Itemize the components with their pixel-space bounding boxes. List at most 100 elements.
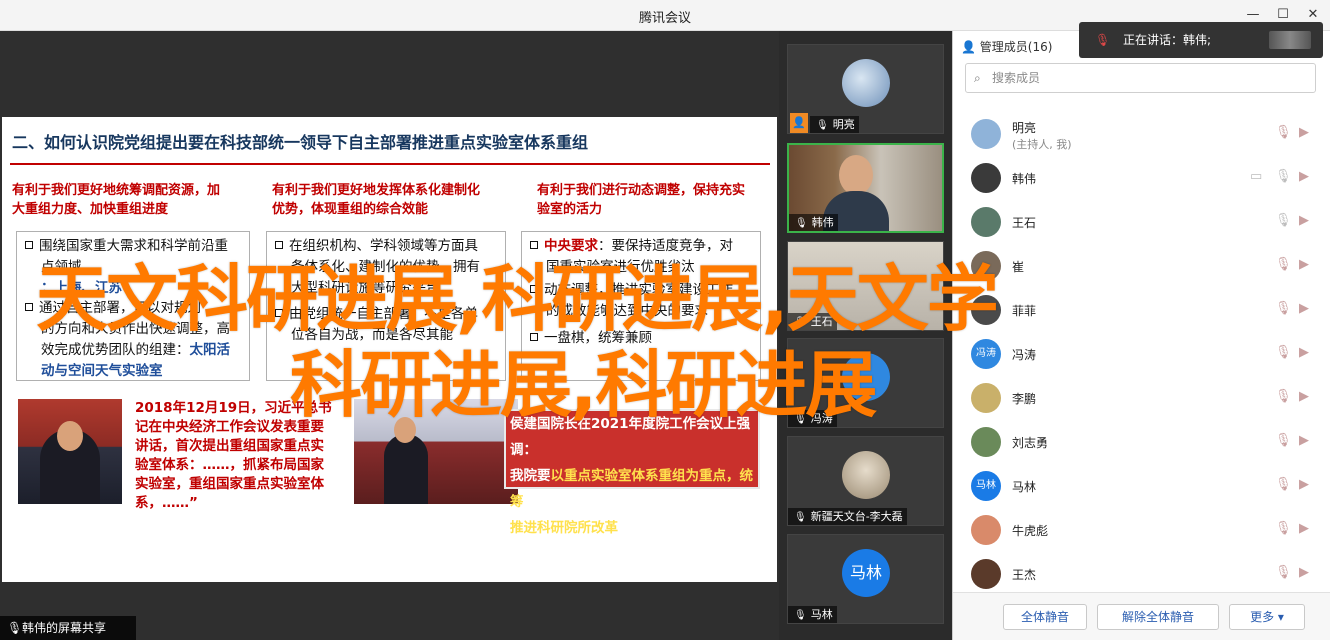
col3-head-line1: 有利于我们进行动态调整，保持充实: [537, 183, 746, 198]
mic-icon[interactable]: 🎙: [1275, 389, 1292, 404]
members-panel: 👤 管理成员(16) ⌕ 搜索成员 明亮 (主持人, 我) 🎙 ▶ 韩伟 ▭ 🎙 ▶ 王石 🎙 ▶ 崔…: [952, 31, 1330, 640]
col3-b2-line2: 的成效能够达到中央的要求: [546, 303, 708, 319]
member-row[interactable]: 刘志勇 🎙 ▶: [953, 419, 1330, 463]
tile-name-text: 新疆天文台-李大磊: [810, 510, 903, 523]
mic-icon[interactable]: 🎙: [1275, 125, 1292, 140]
mic-icon[interactable]: 🎙: [1275, 345, 1292, 360]
col1-head-line1: 有利于我们更好地统筹调配资源，加: [12, 183, 221, 198]
caption1-line1: 2018年12月19日，习近平总书: [135, 400, 332, 416]
member-row[interactable]: 菲菲 🎙 ▶: [953, 287, 1330, 331]
bullet-square-icon: [275, 309, 283, 317]
tile-name-text: 马林: [810, 608, 833, 621]
camera-icon[interactable]: ▶: [1299, 433, 1309, 448]
col3-b3-line1: 一盘棋，统筹兼顾: [544, 330, 652, 346]
tile-name-text: 冯涛: [810, 412, 833, 425]
photo-1-caption: 2018年12月19日，习近平总书 记在中央经济工作会议发表重要 讲话，首次提出…: [135, 399, 332, 513]
camera-icon[interactable]: ▶: [1299, 565, 1309, 580]
video-tile-name: 🎙 马林: [788, 606, 837, 623]
tile-name-text: 明亮: [832, 118, 855, 131]
avatar: [971, 295, 1001, 325]
member-row[interactable]: 崔 🎙 ▶: [953, 243, 1330, 287]
avatar: [971, 427, 1001, 457]
camera-icon[interactable]: ▶: [1299, 521, 1309, 536]
members-header: 👤 管理成员(16): [961, 38, 1052, 55]
member-row[interactable]: 冯涛 冯涛 🎙 ▶: [953, 331, 1330, 375]
member-row[interactable]: 李鹏 🎙 ▶: [953, 375, 1330, 419]
member-name: 明亮: [1012, 121, 1037, 135]
mic-muted-icon: 🎙: [794, 414, 807, 425]
video-tile[interactable]: 🎙 新疆天文台-李大磊: [787, 436, 944, 526]
member-search-input[interactable]: ⌕ 搜索成员: [965, 63, 1316, 93]
mic-muted-icon: 🎙: [794, 512, 807, 523]
camera-icon[interactable]: ▶: [1299, 213, 1309, 228]
column-2-box: 在组织机构、学科领域等方面具 备体系化、建制化的优势，拥有 大型科研设施等研究平…: [266, 231, 506, 381]
camera-icon[interactable]: ▶: [1299, 125, 1309, 140]
column-3-heading: 有利于我们进行动态调整，保持充实 验室的活力: [537, 181, 745, 219]
col1-b1-line1: 围绕国家重大需求和科学前沿重: [39, 238, 228, 254]
mic-icon[interactable]: 🎙: [1275, 257, 1292, 272]
camera-icon[interactable]: ▶: [1299, 389, 1309, 404]
col2-b2-line1: 由党组统一自主部署，不是各单: [289, 306, 478, 322]
member-row[interactable]: 马林 马林 🎙 ▶: [953, 463, 1330, 507]
member-row[interactable]: 王杰 🎙 ▶: [953, 551, 1330, 595]
avatar: [971, 559, 1001, 589]
mic-muted-icon: 🎙: [794, 610, 807, 621]
avatar: [842, 451, 890, 499]
video-tile-name: 🎙 韩伟: [789, 214, 838, 231]
member-name: 马林: [1012, 480, 1037, 494]
caption1-line5: 实验室，重组国家重点实验室体: [135, 476, 324, 492]
mic-icon[interactable]: 🎙: [1275, 565, 1292, 580]
quote-line1: 侯建国院长在2021年度院工作会议上强调：: [510, 416, 751, 458]
unmute-all-button[interactable]: 解除全体静音: [1097, 604, 1219, 630]
speech-photo-1: [18, 399, 122, 504]
members-header-text: 管理成员(16): [979, 40, 1053, 54]
member-name: 韩伟: [1012, 172, 1037, 186]
mic-icon[interactable]: 🎙: [1275, 433, 1292, 448]
col1-b2-line3b: 太阳活: [189, 342, 231, 358]
video-tile-name: 🎙 王石: [788, 313, 837, 330]
col2-b1-line1: 在组织机构、学科领域等方面具: [289, 238, 478, 254]
video-tile[interactable]: 🎙 王石: [787, 241, 944, 331]
camera-icon[interactable]: ▶: [1299, 477, 1309, 492]
member-row[interactable]: 王石 🎙 ▶: [953, 199, 1330, 243]
col3-b1-line1: ：要保持适度竞争，对: [598, 238, 733, 254]
col1-b2-line2: 的方向和人员作出快速调整，高: [41, 321, 230, 337]
member-row[interactable]: 韩伟 ▭ 🎙 ▶: [953, 155, 1330, 199]
mute-all-button[interactable]: 全体静音: [1003, 604, 1087, 630]
video-tile[interactable]: 🎙 冯涛: [787, 338, 944, 428]
camera-icon[interactable]: ▶: [1299, 345, 1309, 360]
video-tile[interactable]: 👤 🎙 明亮: [787, 44, 944, 134]
mic-icon[interactable]: 🎙: [1275, 301, 1292, 316]
mic-icon[interactable]: 🎙: [1275, 169, 1292, 184]
mic-icon[interactable]: 🎙: [1275, 213, 1292, 228]
caption1-line4: 验室体系：……，抓紧布局国家: [135, 457, 324, 473]
video-tile-active[interactable]: 🎙 韩伟: [787, 143, 944, 233]
col1-bullet-1: 围绕国家重大需求和科学前沿重 点领域 ：上海、江苏: [25, 236, 228, 299]
host-icon: 👤: [790, 113, 808, 133]
more-button[interactable]: 更多 ▾: [1229, 604, 1305, 630]
mic-icon[interactable]: 🎙: [1275, 477, 1292, 492]
avatar: [971, 383, 1001, 413]
col2-b2-line2: 位各自为战，而是各尽其能: [291, 327, 453, 343]
title-divider: [10, 163, 770, 165]
mic-icon[interactable]: 🎙: [1275, 521, 1292, 536]
video-tile[interactable]: 马林 🎙 马林: [787, 534, 944, 624]
member-row[interactable]: 牛虎彪 🎙 ▶: [953, 507, 1330, 551]
member-row[interactable]: 明亮 (主持人, 我) 🎙 ▶: [953, 111, 1330, 155]
video-tile-name: 🎙 冯涛: [788, 410, 837, 427]
shared-screen[interactable]: 二、如何认识院党组提出要在科技部统一领导下自主部署推进重点实验室体系重组 有利于…: [0, 31, 779, 640]
col2-b1-line3: 大型科研设施等研究平台: [291, 280, 440, 296]
speaker-figure: [384, 434, 428, 504]
camera-icon[interactable]: ▶: [1299, 257, 1309, 272]
col3-bullet-3: 一盘棋，统筹兼顾: [530, 328, 652, 349]
avatar: 马林: [971, 471, 1001, 501]
camera-icon[interactable]: ▶: [1299, 301, 1309, 316]
caption1-line6: 系，……”: [135, 495, 198, 511]
bullet-square-icon: [275, 241, 283, 249]
avatar: [842, 59, 890, 107]
caption1-line2: 记在中央经济工作会议发表重要: [135, 419, 324, 435]
camera-icon[interactable]: ▶: [1299, 169, 1309, 184]
member-name: 崔: [1012, 260, 1025, 274]
avatar: [971, 163, 1001, 193]
col1-b2-line4: 动与空间天气实验室: [41, 363, 163, 379]
